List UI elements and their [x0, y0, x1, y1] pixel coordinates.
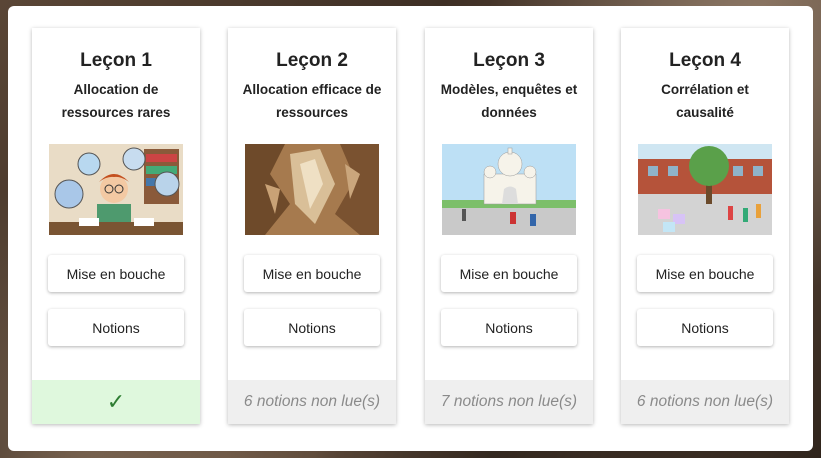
lesson-title: Leçon 3	[473, 50, 545, 71]
lesson-title: Leçon 4	[669, 50, 741, 71]
lesson-subtitle: Allocation de ressources rares	[61, 82, 171, 120]
intro-button[interactable]: Mise en bouche	[637, 255, 773, 292]
lesson-title: Leçon 2	[276, 50, 348, 71]
lesson-status-unread: 7 notions non lue(s)	[425, 380, 593, 424]
lesson-card-3: Leçon 3 Modèles, enquêtes et données Mis…	[425, 28, 593, 424]
lesson-illustration	[49, 144, 183, 235]
notions-button[interactable]: Notions	[244, 309, 380, 346]
intro-button[interactable]: Mise en bouche	[48, 255, 184, 292]
lesson-status-unread: 6 notions non lue(s)	[621, 380, 789, 424]
lesson-illustration	[442, 144, 576, 235]
lesson-status-unread: 6 notions non lue(s)	[228, 380, 396, 424]
notions-button[interactable]: Notions	[637, 309, 773, 346]
intro-button[interactable]: Mise en bouche	[244, 255, 380, 292]
intro-button[interactable]: Mise en bouche	[441, 255, 577, 292]
lesson-title: Leçon 1	[80, 50, 152, 71]
checkmark-icon: ✓	[106, 389, 126, 414]
notions-button[interactable]: Notions	[48, 309, 184, 346]
lesson-subtitle: Modèles, enquêtes et données	[440, 82, 578, 120]
lesson-card-4: Leçon 4 Corrélation et causalité Mise en…	[621, 28, 789, 424]
lesson-subtitle: Corrélation et causalité	[661, 82, 749, 120]
lessons-panel: Leçon 1 Allocation de ressources rares M…	[8, 6, 813, 451]
notions-button[interactable]: Notions	[441, 309, 577, 346]
lesson-illustration	[245, 144, 379, 235]
lesson-card-1: Leçon 1 Allocation de ressources rares M…	[32, 28, 200, 424]
lesson-subtitle: Allocation efficace de ressources	[242, 82, 382, 120]
lesson-status-completed: ✓	[32, 380, 200, 424]
lesson-illustration	[638, 144, 772, 235]
lesson-card-2: Leçon 2 Allocation efficace de ressource…	[228, 28, 396, 424]
